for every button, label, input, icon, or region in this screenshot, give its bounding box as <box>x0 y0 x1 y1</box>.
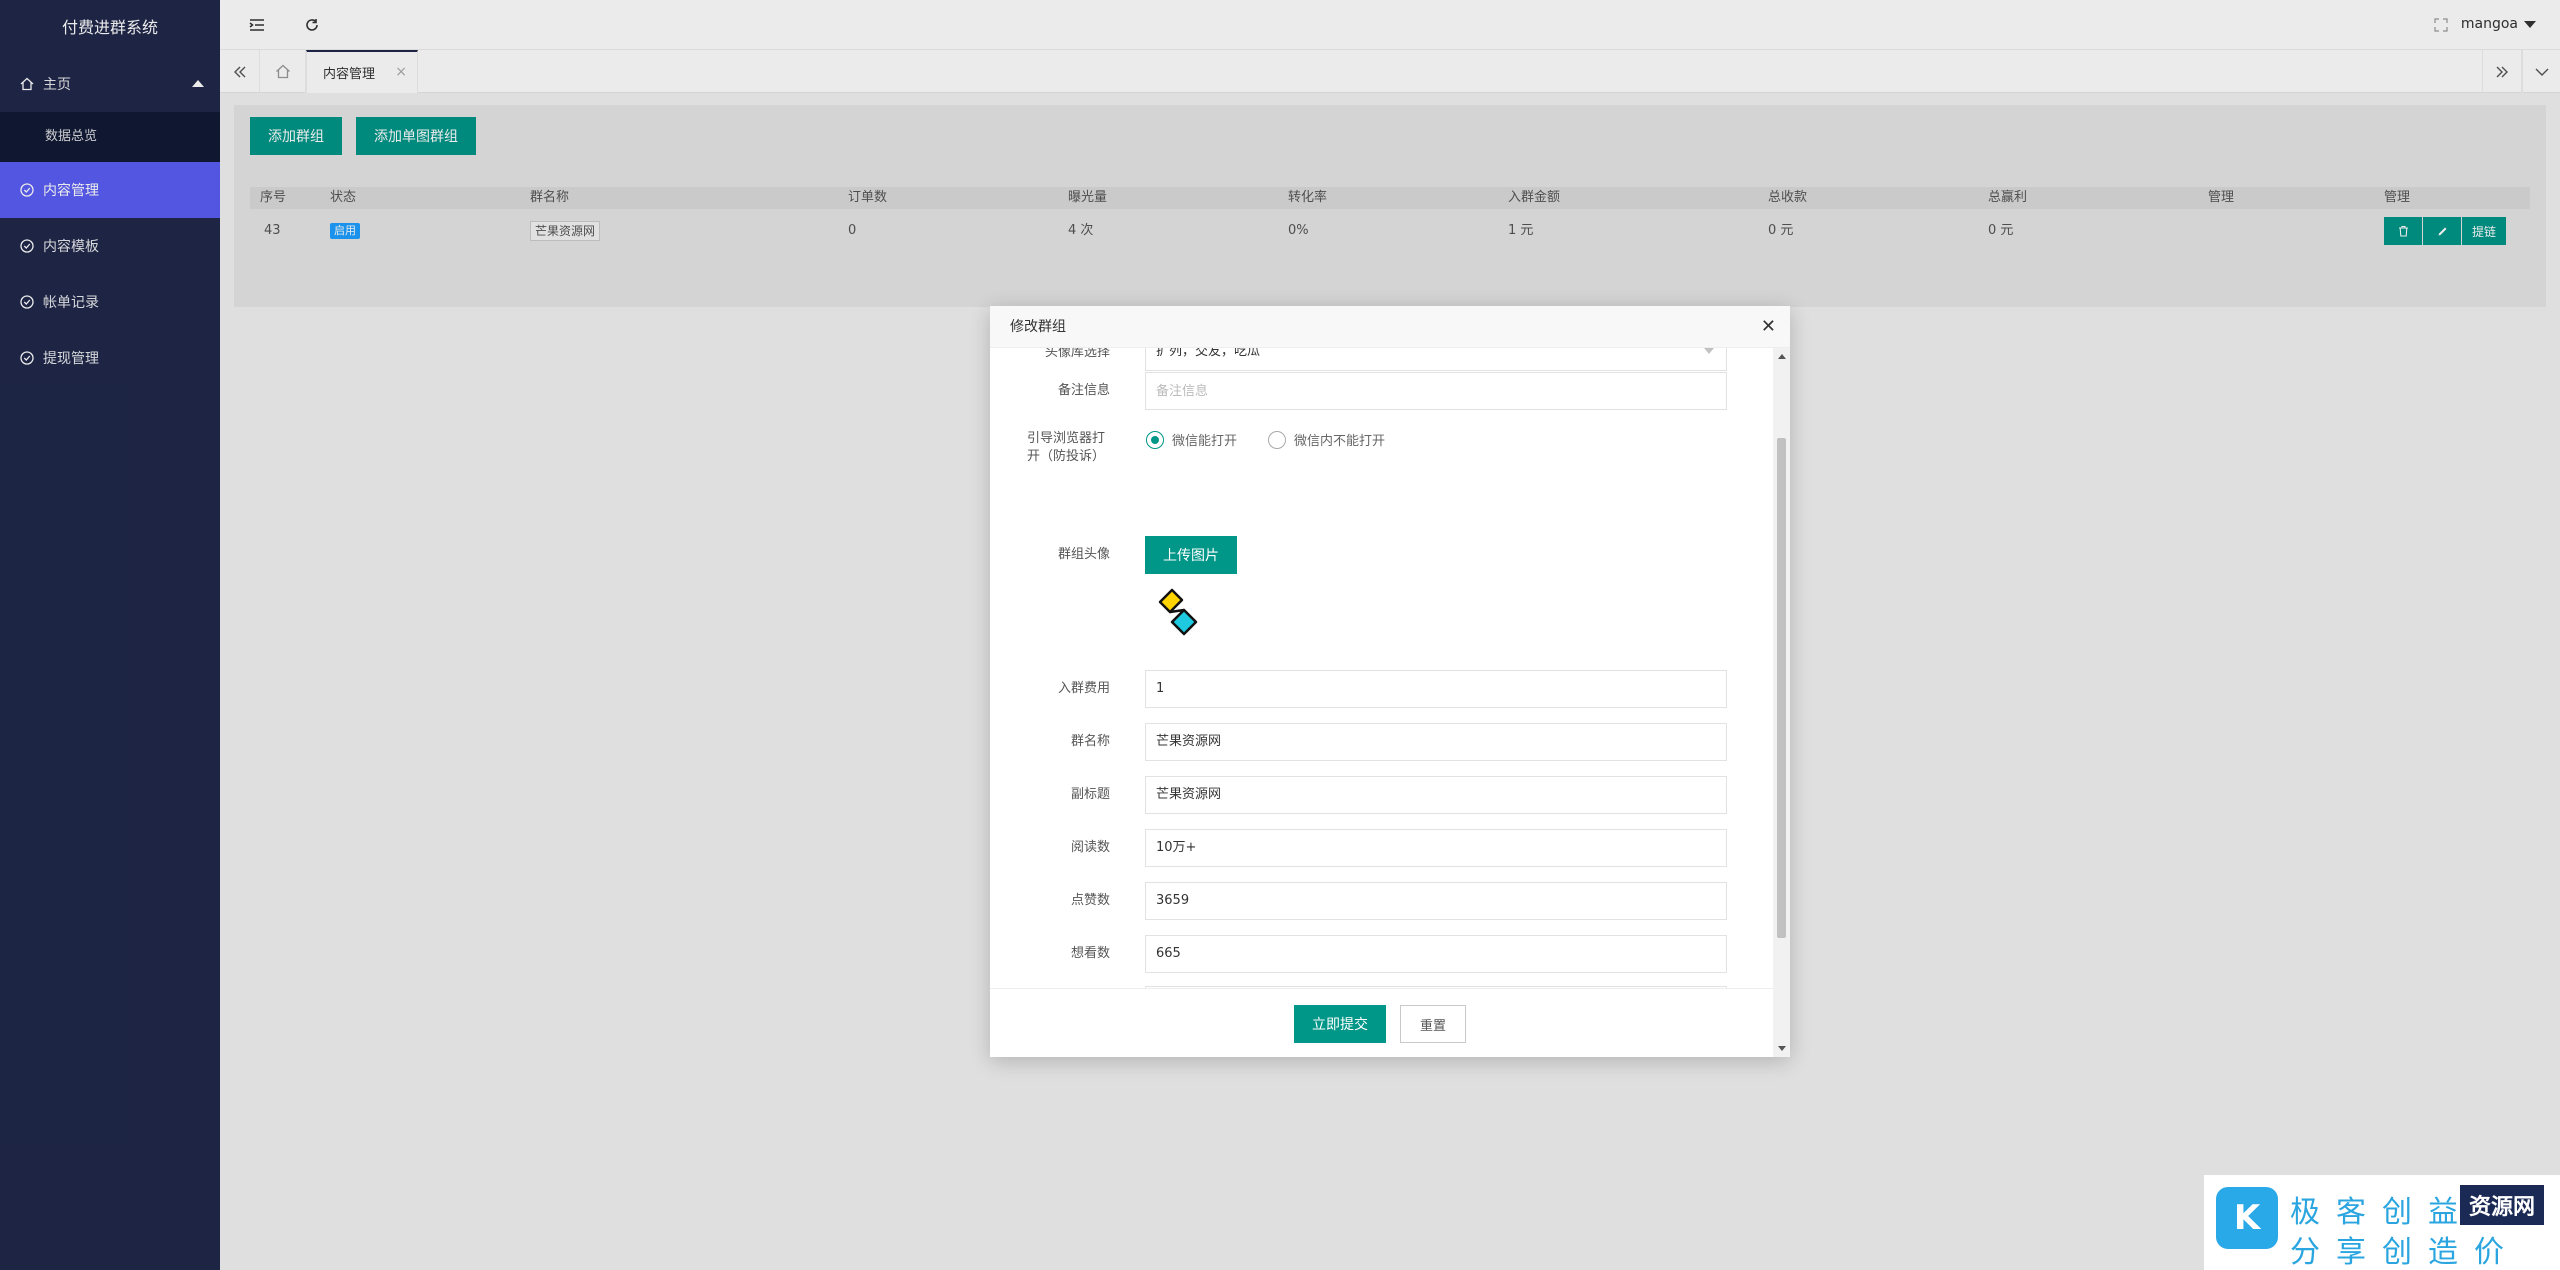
wants-input[interactable]: 665 <box>1145 935 1727 973</box>
field-label: 备注信息 <box>1057 383 1110 398</box>
scroll-down-arrow-icon[interactable] <box>1778 1046 1786 1051</box>
dialog-form: 头像库选择 扩列，交友，吃瓜 备注信息 引导浏览器打开（防投诉） 微信能打开 微… <box>990 348 1790 988</box>
radio-label: 微信能打开 <box>1172 434 1238 449</box>
scroll-thumb[interactable] <box>1777 438 1786 938</box>
field-label: 想看数 <box>1070 946 1110 961</box>
form-row-reads: 阅读数 10万+ <box>990 829 1770 869</box>
field-label: 头像库选择 <box>1044 348 1110 360</box>
remark-input[interactable] <box>1145 372 1727 410</box>
radio-unchecked-icon <box>1268 430 1286 449</box>
reads-input[interactable]: 10万+ <box>1145 829 1727 867</box>
watermark-k-icon: K <box>2216 1187 2278 1249</box>
form-row-avatar-lib: 头像库选择 扩列，交友，吃瓜 <box>990 348 1770 374</box>
watermark-line1: 极客创益 <box>2290 1195 2474 1230</box>
watermark-logo: K 极客创益 分享创造价值 资源网 <box>2204 1175 2560 1270</box>
form-row-wants: 想看数 665 <box>990 935 1770 975</box>
form-row-likes: 点赞数 3659 <box>990 882 1770 922</box>
radio-checked-icon <box>1146 430 1164 449</box>
field-label: 入群费用 <box>1057 681 1110 696</box>
watermark-badge: 资源网 <box>2460 1185 2544 1225</box>
form-row-subtitle: 副标题 芒果资源网 <box>990 776 1770 816</box>
radio-label: 微信内不能打开 <box>1294 434 1386 449</box>
radio-wechat-open[interactable]: 微信能打开 <box>1146 430 1237 449</box>
form-row-remark: 备注信息 <box>990 372 1770 412</box>
fee-input[interactable]: 1 <box>1145 670 1727 708</box>
dialog-scrollbar[interactable] <box>1773 348 1790 1057</box>
dialog-title: 修改群组 <box>1010 319 1066 335</box>
avatar-lib-select[interactable]: 扩列，交友，吃瓜 <box>1145 348 1727 371</box>
group-name-input[interactable]: 芒果资源网 <box>1145 723 1727 761</box>
form-row-guide: 引导浏览器打开（防投诉） 微信能打开 微信内不能打开 <box>990 430 1770 494</box>
dialog-footer: 立即提交 重置 <box>990 988 1773 1057</box>
reset-button[interactable]: 重置 <box>1400 1005 1466 1043</box>
edit-group-dialog: 修改群组 ✕ 头像库选择 扩列，交友，吃瓜 备注信息 引导浏览器打开（防投诉） … <box>990 306 1790 1057</box>
field-label: 副标题 <box>1070 787 1110 802</box>
select-value: 扩列，交友，吃瓜 <box>1156 348 1261 359</box>
field-label: 引导浏览器打开（防投诉） <box>1026 431 1105 464</box>
field-label: 点赞数 <box>1070 893 1110 908</box>
form-row-name: 群名称 芒果资源网 <box>990 723 1770 763</box>
scroll-up-arrow-icon[interactable] <box>1778 354 1786 359</box>
subtitle-input[interactable]: 芒果资源网 <box>1145 776 1727 814</box>
watermark-line2: 分享创造价值 <box>2290 1235 2520 1270</box>
form-row-fee: 入群费用 1 <box>990 670 1770 710</box>
field-label: 群组头像 <box>1057 547 1110 562</box>
chevron-down-icon <box>1704 348 1714 354</box>
likes-input[interactable]: 3659 <box>1145 882 1727 920</box>
radio-wechat-block[interactable]: 微信内不能打开 <box>1268 430 1385 449</box>
field-label: 群名称 <box>1070 734 1110 749</box>
field-label: 阅读数 <box>1070 840 1110 855</box>
upload-image-button[interactable]: 上传图片 <box>1145 536 1237 574</box>
dialog-header: 修改群组 ✕ <box>990 306 1790 348</box>
submit-button[interactable]: 立即提交 <box>1294 1005 1386 1043</box>
form-row-avatar: 群组头像 上传图片 <box>990 536 1770 646</box>
group-avatar-image <box>1158 588 1198 636</box>
close-icon[interactable]: ✕ <box>1761 306 1776 348</box>
